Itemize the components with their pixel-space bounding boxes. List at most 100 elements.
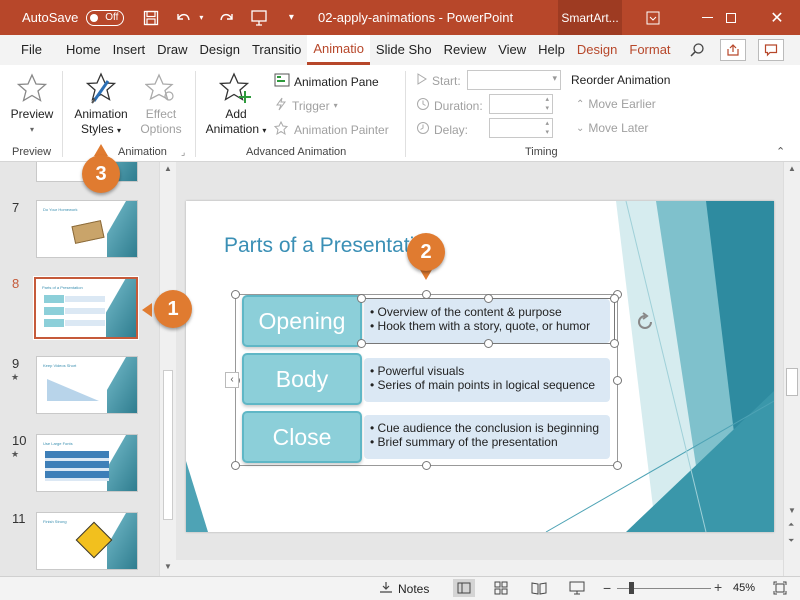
callout-1: 1 bbox=[154, 290, 192, 328]
undo-icon[interactable] bbox=[172, 7, 194, 29]
notes-button[interactable]: Notes bbox=[379, 581, 429, 596]
present-icon[interactable] bbox=[248, 7, 270, 29]
scroll-thumb[interactable] bbox=[163, 370, 173, 520]
scroll-thumb[interactable] bbox=[786, 368, 798, 396]
move-later-button[interactable]: ⌄ Move Later bbox=[576, 121, 648, 135]
smartart-context-tab[interactable]: SmartArt... bbox=[558, 0, 622, 35]
resize-handle[interactable] bbox=[231, 461, 240, 470]
slide-thumbnail-10[interactable]: Use Large Fonts bbox=[36, 434, 138, 492]
tab-home[interactable]: Home bbox=[60, 35, 107, 65]
slide-thumbnail-9[interactable]: Keep Videos Short bbox=[36, 356, 138, 414]
rotate-icon[interactable] bbox=[634, 311, 656, 336]
tab-view[interactable]: View bbox=[492, 35, 532, 65]
title-bar: AutoSave Off ▾ ▾ 02-apply-animations - P… bbox=[0, 0, 800, 35]
slide-title[interactable]: Parts of a Presentation bbox=[224, 234, 438, 258]
next-slide-icon[interactable]: ⏷ bbox=[788, 536, 794, 546]
dialog-launcher-icon[interactable]: ⌟ bbox=[181, 147, 185, 158]
zoom-slider-thumb[interactable] bbox=[629, 582, 634, 594]
resize-handle[interactable] bbox=[613, 376, 622, 385]
tab-animations[interactable]: Animatio bbox=[307, 35, 370, 65]
animation-styles-button[interactable]: Animation Styles ▾ bbox=[68, 69, 134, 138]
duration-spinner[interactable]: ▴ ▾ bbox=[489, 94, 553, 114]
share-icon[interactable] bbox=[720, 39, 746, 61]
ribbon-separator bbox=[405, 71, 406, 157]
maximize-icon[interactable] bbox=[708, 0, 754, 35]
scroll-down-icon[interactable]: ▼ bbox=[788, 506, 796, 515]
normal-view-icon[interactable] bbox=[453, 579, 475, 597]
slide-thumbnail-11[interactable]: Finish Strong bbox=[36, 512, 138, 570]
effect-options-button[interactable]: Effect Options bbox=[134, 69, 188, 137]
animation-pane-button[interactable]: Animation Pane bbox=[274, 73, 379, 90]
previous-slide-icon[interactable]: ⏶ bbox=[788, 520, 794, 530]
chevron-down-icon: ▾ bbox=[552, 73, 557, 83]
resize-handle[interactable] bbox=[357, 339, 366, 348]
delay-label: Delay: bbox=[416, 121, 468, 138]
resize-handle[interactable] bbox=[422, 290, 431, 299]
smartart-label-opening[interactable]: Opening bbox=[242, 295, 362, 347]
slideshow-icon[interactable] bbox=[569, 581, 585, 598]
undo-dropdown-icon[interactable]: ▾ bbox=[196, 7, 206, 29]
tab-review[interactable]: Review bbox=[438, 35, 493, 65]
tab-insert[interactable]: Insert bbox=[107, 35, 152, 65]
smartart-text-close[interactable]: • Cue audience the conclusion is beginni… bbox=[364, 415, 610, 459]
resize-handle[interactable] bbox=[484, 339, 493, 348]
tab-help[interactable]: Help bbox=[532, 35, 571, 65]
smartart-text-opening[interactable]: • Overview of the content & purpose • Ho… bbox=[364, 299, 610, 343]
smartart-text-body[interactable]: • Powerful visuals • Series of main poin… bbox=[364, 358, 610, 402]
start-select[interactable]: ▾ bbox=[467, 70, 561, 90]
resize-handle[interactable] bbox=[231, 290, 240, 299]
slide-canvas[interactable]: Parts of a Presentation Opening • Overvi… bbox=[186, 201, 774, 532]
smartart-label-body[interactable]: Body bbox=[242, 353, 362, 405]
reading-view-icon[interactable] bbox=[531, 581, 547, 598]
search-icon[interactable] bbox=[686, 39, 708, 61]
redo-icon[interactable] bbox=[216, 7, 238, 29]
callout-2: 2 bbox=[407, 233, 445, 271]
trigger-button[interactable]: Trigger ▾ bbox=[274, 97, 338, 114]
smartart-label-close[interactable]: Close bbox=[242, 411, 362, 463]
zoom-level[interactable]: 45% bbox=[733, 582, 755, 594]
scroll-down-icon[interactable]: ▼ bbox=[164, 562, 172, 571]
slide-scrollbar[interactable]: ▲ ▼ ⏶ ⏷ bbox=[783, 162, 800, 576]
zoom-out-icon[interactable]: − bbox=[603, 580, 611, 596]
resize-handle[interactable] bbox=[357, 294, 366, 303]
resize-handle[interactable] bbox=[610, 339, 619, 348]
customize-icon[interactable]: ▾ bbox=[280, 7, 302, 29]
preview-button[interactable]: Preview ▾ bbox=[8, 69, 56, 137]
save-icon[interactable] bbox=[140, 7, 162, 29]
horizontal-scrollbar[interactable] bbox=[176, 560, 783, 576]
fit-to-window-icon[interactable] bbox=[773, 581, 787, 598]
zoom-in-icon[interactable]: + bbox=[714, 579, 722, 595]
resize-handle[interactable] bbox=[610, 294, 619, 303]
spinner-arrows-icon: ▴ ▾ bbox=[545, 96, 549, 112]
ribbon-display-icon[interactable] bbox=[630, 0, 676, 35]
resize-handle[interactable] bbox=[422, 461, 431, 470]
resize-handle[interactable] bbox=[484, 294, 493, 303]
comments-icon[interactable] bbox=[758, 39, 784, 61]
collapse-ribbon-icon[interactable]: ⌃ bbox=[776, 145, 785, 158]
tab-slide-show[interactable]: Slide Sho bbox=[370, 35, 438, 65]
tab-format[interactable]: Format bbox=[623, 35, 676, 65]
chart-image bbox=[47, 379, 99, 401]
autosave-toggle[interactable]: Off bbox=[86, 9, 125, 26]
scroll-up-icon[interactable]: ▲ bbox=[788, 164, 796, 173]
text-pane-toggle-icon[interactable]: ‹ bbox=[225, 372, 239, 388]
resize-handle[interactable] bbox=[613, 461, 622, 470]
animation-painter-button[interactable]: Animation Painter bbox=[273, 120, 389, 138]
tab-file[interactable]: File bbox=[15, 35, 48, 65]
scroll-up-icon[interactable]: ▲ bbox=[164, 164, 172, 173]
tab-draw[interactable]: Draw bbox=[151, 35, 193, 65]
animation-star-icon: ★ bbox=[11, 372, 20, 382]
slide-number: 7 bbox=[12, 200, 20, 215]
preview-group-label: Preview bbox=[12, 146, 52, 158]
slide-thumbnail-8[interactable]: Parts of a Presentation bbox=[33, 276, 139, 340]
move-earlier-button[interactable]: ⌃ Move Earlier bbox=[576, 97, 656, 111]
slide-thumbnail-7[interactable]: Do Your Homework bbox=[36, 200, 138, 258]
slide-sorter-icon[interactable] bbox=[494, 581, 508, 598]
tab-design[interactable]: Design bbox=[194, 35, 246, 65]
tab-smartart-design[interactable]: Design bbox=[571, 35, 623, 65]
thumbnail-scrollbar[interactable]: ▲ ▼ bbox=[159, 162, 176, 576]
close-icon[interactable]: ✕ bbox=[754, 0, 800, 35]
tab-transitions[interactable]: Transitio bbox=[246, 35, 307, 65]
delay-spinner[interactable]: ▴ ▾ bbox=[489, 118, 553, 138]
add-animation-button[interactable]: Add Animation ▾ bbox=[202, 69, 270, 138]
